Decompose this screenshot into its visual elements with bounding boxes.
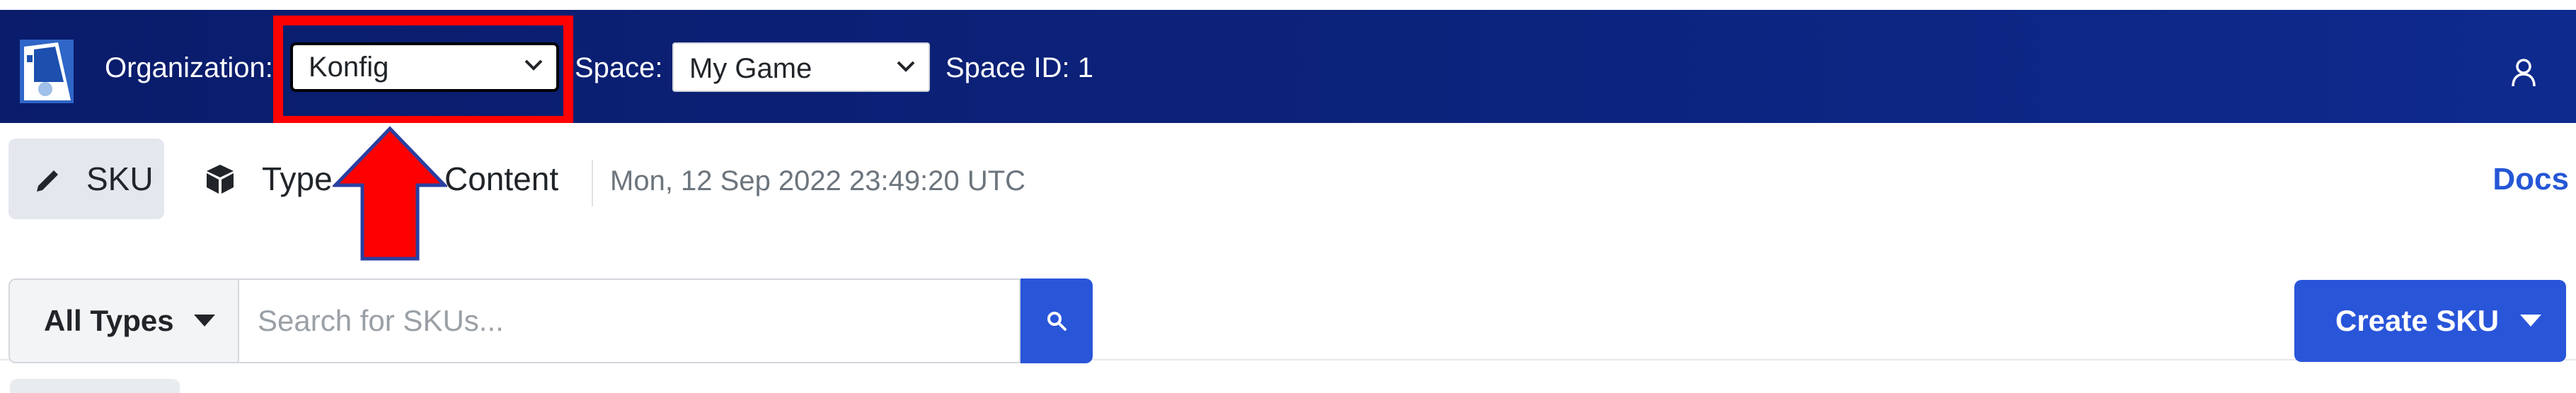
tab-content-label: Content [444, 160, 559, 197]
search-button[interactable] [1020, 278, 1093, 363]
organization-label: Organization: [105, 52, 273, 83]
annotation-highlight-box [273, 16, 573, 126]
chevron-down-icon [897, 61, 915, 72]
pencil-icon [37, 170, 58, 192]
caret-down-icon [193, 315, 215, 327]
search-icon [1047, 312, 1066, 331]
type-filter-label: All Types [44, 304, 174, 337]
search-toolbar: All Types Create SKU [0, 278, 2576, 366]
type-filter-dropdown[interactable]: All Types [8, 278, 238, 363]
top-border [0, 0, 2576, 10]
create-sku-button[interactable]: Create SKU [2294, 280, 2566, 362]
konfig-logo-icon[interactable] [20, 40, 74, 103]
server-timestamp: Mon, 12 Sep 2022 23:49:20 UTC [610, 165, 1026, 196]
space-id: Space ID: 1 [945, 52, 1094, 83]
create-sku-label: Create SKU [2335, 304, 2500, 337]
cube-icon [207, 165, 234, 194]
user-icon[interactable] [2511, 58, 2536, 88]
annotation-arrow-up [333, 126, 447, 261]
partial-tab-below [10, 379, 180, 393]
space-select[interactable]: My Game [672, 42, 930, 92]
space-value: My Game [689, 53, 812, 84]
caret-down-icon [2520, 315, 2542, 327]
nav-divider [592, 160, 593, 206]
sku-search-input[interactable] [238, 278, 1020, 363]
tab-sku-label: SKU [86, 160, 154, 197]
tab-type-label: Type [262, 160, 333, 197]
space-label: Space: [575, 52, 663, 83]
tab-sku[interactable]: SKU [8, 139, 164, 219]
docs-link[interactable]: Docs [2492, 160, 2569, 199]
